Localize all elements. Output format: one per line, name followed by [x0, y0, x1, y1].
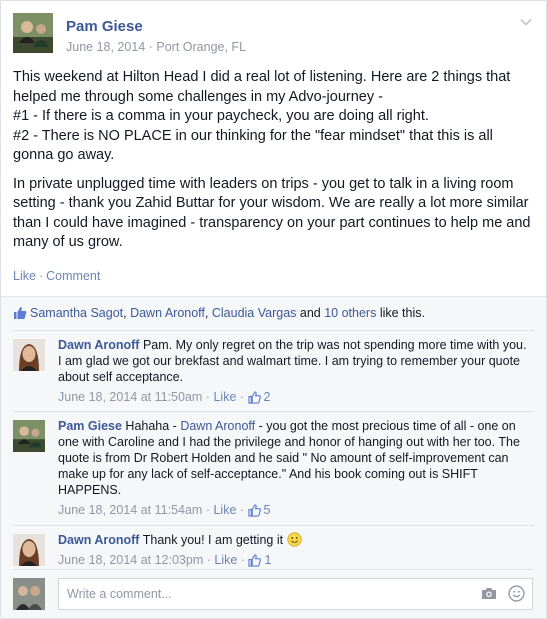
avatar: [13, 578, 45, 610]
post-actions: Like · Comment: [13, 269, 100, 283]
liker-name[interactable]: Claudia Vargas: [212, 306, 297, 320]
comment-meta: June 18, 2014 at 11:54am · Like · 5: [58, 502, 533, 518]
emoji-picker-icon[interactable]: [508, 585, 525, 602]
likes-summary: Samantha Sagot, Dawn Aronoff, Claudia Va…: [13, 306, 533, 320]
comment-mention[interactable]: Dawn Aronoff: [180, 419, 255, 433]
likes-others-link[interactable]: 10 others: [324, 306, 376, 320]
thumbs-up-outline-icon: [248, 554, 262, 567]
thumbs-up-outline-icon: [247, 504, 261, 517]
liker-name[interactable]: Dawn Aronoff: [130, 306, 205, 320]
comment-like-count[interactable]: 1: [264, 553, 271, 567]
comment-timestamp[interactable]: June 18, 2014 at 11:50am: [58, 390, 202, 404]
comment-like-button[interactable]: Like: [214, 553, 237, 567]
likes-tail: like this.: [376, 306, 425, 320]
avatar[interactable]: [13, 13, 53, 53]
smiley-emoji-icon: [286, 532, 302, 547]
comment-body: Pam Giese Hahaha - Dawn Aronoff - you go…: [58, 418, 533, 518]
feedback-section: Samantha Sagot, Dawn Aronoff, Claudia Va…: [1, 297, 546, 618]
meta-separator: ·: [240, 553, 245, 567]
comment-meta: June 18, 2014 at 11:50am · Like · 2: [58, 389, 533, 405]
comment-body: Dawn Aronoff Thank you! I am getting it …: [58, 532, 533, 568]
comment-like-count[interactable]: 5: [264, 503, 271, 517]
liker-name[interactable]: Samantha Sagot: [30, 306, 123, 320]
profile-photo-icon: [13, 339, 45, 371]
divider: [13, 330, 534, 331]
chevron-down-icon[interactable]: [519, 15, 533, 29]
divider: [13, 411, 534, 412]
comment-author[interactable]: Dawn Aronoff: [58, 533, 139, 547]
post-text-line: #2 - There is NO PLACE in our thinking f…: [13, 127, 493, 164]
post-meta: June 18, 2014 · Port Orange, FL: [66, 40, 246, 54]
profile-photo-icon: [13, 420, 45, 452]
meta-separator: ·: [205, 503, 210, 517]
post-text-line: #1 - If there is a comma in your paychec…: [13, 108, 429, 124]
avatar[interactable]: [13, 339, 45, 371]
post-paragraph: In private unplugged time with leaders o…: [13, 175, 531, 251]
meta-separator: ·: [206, 553, 211, 567]
meta-separator: ·: [239, 503, 245, 517]
comment-like-button[interactable]: Like: [213, 390, 236, 404]
comment-composer: Write a comment...: [13, 578, 533, 610]
comment-button[interactable]: Comment: [46, 269, 100, 283]
comment-text: Thank you! I am getting it: [139, 533, 287, 547]
meta-separator: ·: [148, 40, 153, 54]
post-date[interactable]: June 18, 2014: [66, 40, 145, 54]
comment-author[interactable]: Dawn Aronoff: [58, 338, 139, 352]
profile-photo-icon: [13, 13, 53, 53]
comment-timestamp[interactable]: June 18, 2014 at 11:54am: [58, 503, 202, 517]
post-header: Pam Giese June 18, 2014 · Port Orange, F…: [13, 13, 533, 63]
post-paragraph: This weekend at Hilton Head I did a real…: [13, 68, 533, 166]
post-text-line: This weekend at Hilton Head I did a real…: [13, 69, 511, 105]
camera-icon[interactable]: [481, 586, 497, 600]
comment-author[interactable]: Pam Giese: [58, 419, 122, 433]
action-separator: ·: [38, 269, 44, 283]
post-body: This weekend at Hilton Head I did a real…: [13, 68, 533, 262]
likes-conjunction: and: [296, 306, 325, 320]
profile-photo-icon: [13, 534, 45, 566]
comment-meta: June 18, 2014 at 12:03pm · Like · 1: [58, 552, 533, 568]
avatar[interactable]: [13, 534, 45, 566]
comment-text: Hahaha -: [121, 419, 181, 433]
thumbs-up-outline-icon: [247, 391, 261, 404]
divider: [13, 569, 534, 570]
post-author[interactable]: Pam Giese: [66, 18, 143, 35]
thumbs-up-icon: [14, 307, 27, 319]
post-card: Pam Giese June 18, 2014 · Port Orange, F…: [0, 0, 547, 619]
comment-input[interactable]: Write a comment...: [58, 578, 533, 610]
post-location[interactable]: Port Orange, FL: [156, 40, 246, 54]
comment-timestamp[interactable]: June 18, 2014 at 12:03pm: [58, 553, 203, 567]
comment-body: Dawn Aronoff Pam. My only regret on the …: [58, 337, 533, 405]
comment-like-button[interactable]: Like: [213, 503, 236, 517]
like-button[interactable]: Like: [13, 269, 36, 283]
meta-separator: ·: [239, 390, 245, 404]
meta-separator: ·: [205, 390, 210, 404]
comment-like-count[interactable]: 2: [264, 390, 271, 404]
divider: [13, 525, 534, 526]
avatar[interactable]: [13, 420, 45, 452]
profile-photo-icon: [13, 578, 45, 610]
